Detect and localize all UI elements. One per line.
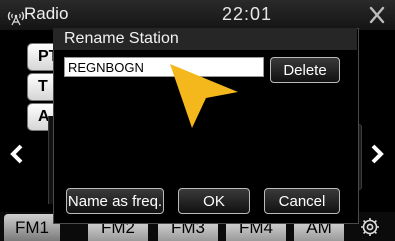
band-fm1-button[interactable]: FM1	[4, 214, 60, 241]
name-as-freq-button[interactable]: Name as freq.	[66, 188, 164, 214]
radio-screen: Radio 22:01 PT T A FM1 FM2 FM3 FM4 AM Re…	[0, 0, 395, 241]
chevron-left-icon[interactable]	[6, 134, 28, 174]
pointer-arrow-icon	[170, 64, 238, 128]
cancel-button[interactable]: Cancel	[264, 188, 340, 214]
close-icon[interactable]	[364, 4, 390, 26]
preset-label: T	[38, 78, 48, 95]
band-label: FM1	[15, 218, 49, 237]
chevron-right-icon[interactable]	[366, 134, 388, 174]
ok-button[interactable]: OK	[178, 188, 250, 214]
clock: 22:01	[222, 4, 273, 24]
radio-antenna-icon	[7, 11, 25, 26]
header-bar: Radio 22:01	[0, 0, 395, 30]
app-title: Radio	[24, 4, 69, 23]
dialog-title: Rename Station	[64, 30, 179, 47]
delete-button[interactable]: Delete	[270, 57, 340, 83]
